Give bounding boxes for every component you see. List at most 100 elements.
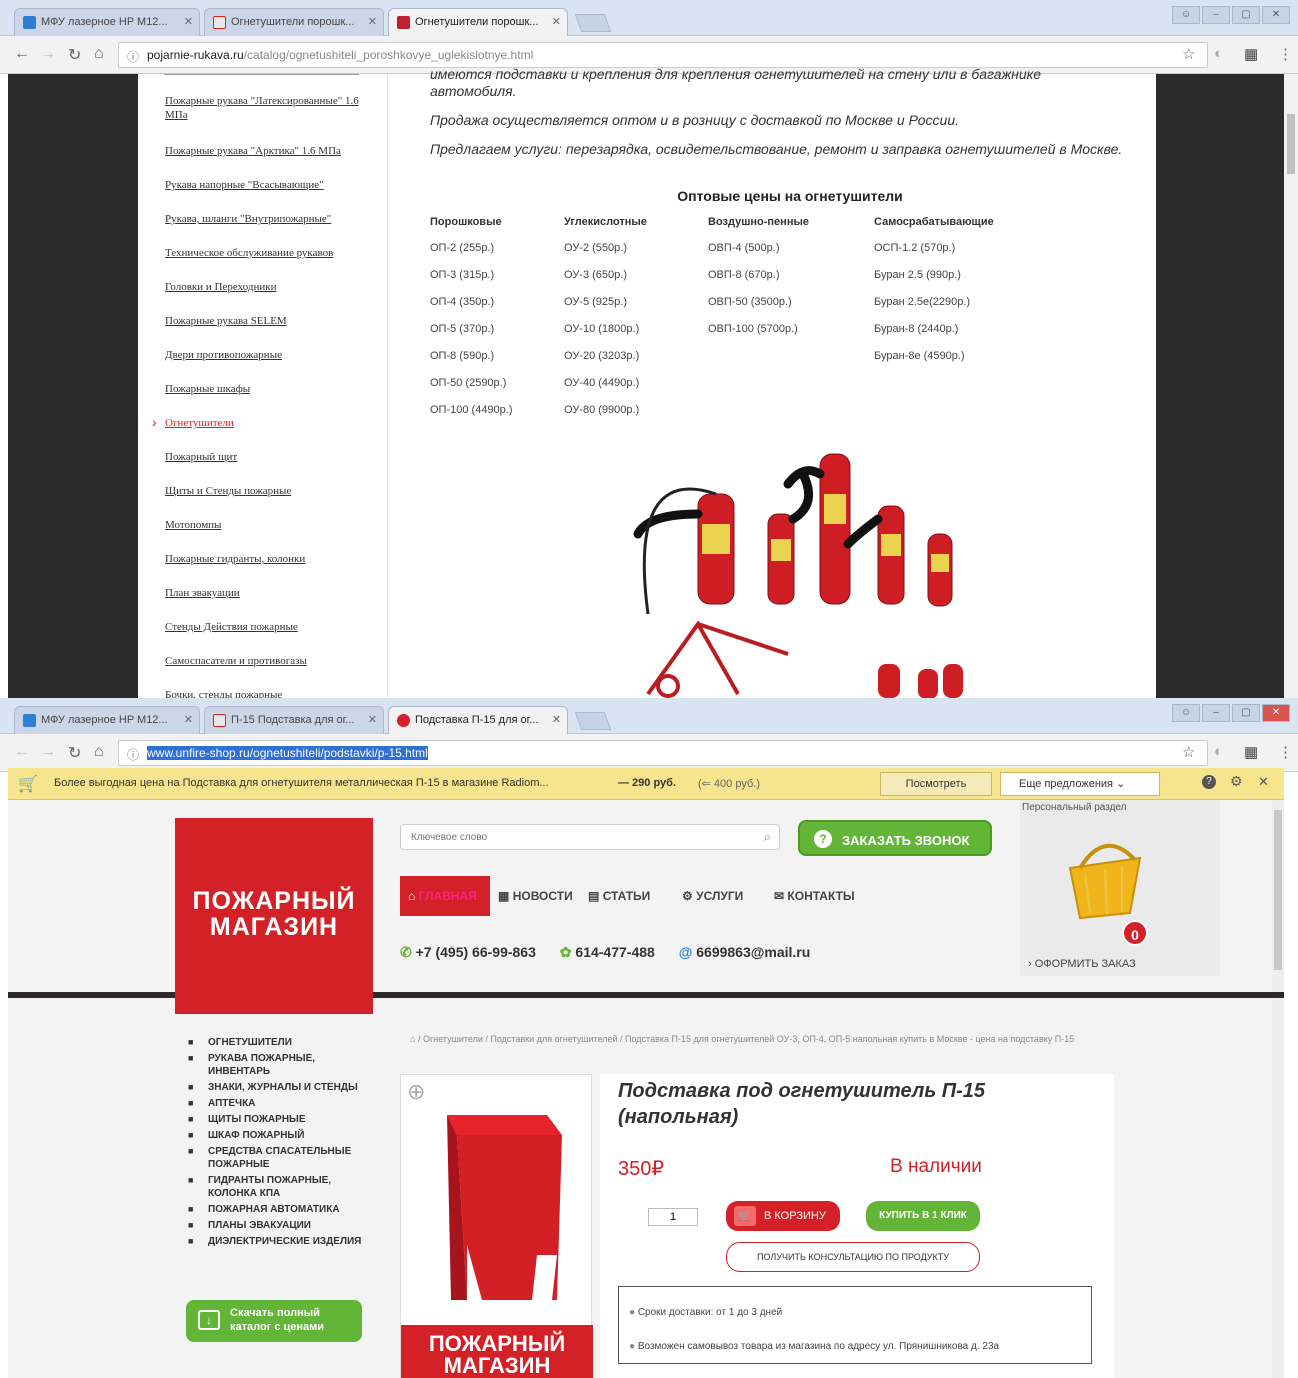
- profile-icon[interactable]: ☺: [1172, 704, 1200, 722]
- help-icon[interactable]: ?: [1202, 775, 1216, 789]
- category-item[interactable]: ■ ЩИТЫ ПОЖАРНЫЕ: [188, 1113, 368, 1126]
- category-item[interactable]: ■ АПТЕЧКА: [188, 1097, 368, 1110]
- checkout-link[interactable]: › ОФОРМИТЬ ЗАКАЗ: [1028, 958, 1136, 970]
- minimize-icon[interactable]: –: [1202, 6, 1230, 24]
- info-icon[interactable]: ⓘ: [127, 746, 139, 763]
- new-tab-button[interactable]: [574, 14, 612, 32]
- view-offer-button[interactable]: Посмотреть: [880, 772, 992, 796]
- new-tab-button[interactable]: [574, 712, 612, 730]
- gear-icon[interactable]: ⚙: [1230, 773, 1243, 790]
- forward-icon[interactable]: →: [40, 743, 56, 761]
- close-icon[interactable]: ✕: [368, 15, 377, 28]
- nav-articles[interactable]: ▤ СТАТЬИ: [588, 889, 650, 903]
- nav-home[interactable]: ⌂ ГЛАВНАЯ: [400, 876, 490, 916]
- category-item[interactable]: ■ ПЛАНЫ ЭВАКУАЦИИ: [188, 1219, 368, 1232]
- close-window-icon[interactable]: ✕: [1262, 704, 1290, 722]
- forward-icon[interactable]: →: [40, 45, 56, 63]
- extension-icon[interactable]: ◐: [1214, 743, 1223, 760]
- email-link[interactable]: 6699863@mail.ru: [696, 944, 810, 960]
- zoom-icon[interactable]: ⊕: [407, 1079, 425, 1105]
- home-icon[interactable]: ⌂: [94, 45, 104, 63]
- consult-button[interactable]: ПОЛУЧИТЬ КОНСУЛЬТАЦИЮ ПО ПРОДУКТУ: [726, 1242, 980, 1272]
- close-window-icon[interactable]: ✕: [1262, 6, 1290, 24]
- category-item[interactable]: ■ РУКАВА ПОЖАРНЫЕ, ИНВЕНТАРЬ: [188, 1052, 368, 1078]
- sidebar-item[interactable]: Пожарные рукава "Латексированные" 1.6 МП…: [165, 94, 375, 122]
- close-icon[interactable]: ✕: [552, 713, 561, 726]
- tab-p15-1[interactable]: П-15 Подставка для ог... ✕: [204, 706, 384, 734]
- extension-badge-icon[interactable]: ▦: [1244, 45, 1258, 63]
- tab-p15-active[interactable]: Подставка П-15 для ог... ✕: [388, 706, 568, 734]
- extension-icon[interactable]: ◐: [1214, 45, 1223, 62]
- menu-icon[interactable]: ⋮: [1278, 743, 1293, 761]
- nav-news[interactable]: ▦ НОВОСТИ: [498, 889, 573, 903]
- close-icon[interactable]: ✕: [368, 713, 377, 726]
- tab-ognetushiteli-active[interactable]: Огнетушители порошк... ✕: [388, 8, 568, 36]
- nav-contacts[interactable]: ✉ КОНТАКТЫ: [774, 889, 855, 903]
- sidebar-item[interactable]: Огнетушители: [165, 416, 375, 430]
- sidebar-item[interactable]: Щиты и Стенды пожарные: [165, 484, 375, 498]
- sidebar-item[interactable]: Пожарный щит: [165, 450, 375, 464]
- more-offers-dropdown[interactable]: Еще предложения ⌄: [1000, 772, 1160, 796]
- extension-badge-icon[interactable]: ▦: [1244, 743, 1258, 761]
- close-icon[interactable]: ✕: [184, 713, 193, 726]
- back-icon[interactable]: ←: [14, 45, 30, 63]
- star-icon[interactable]: ☆: [1182, 743, 1195, 761]
- sidebar-item[interactable]: Бочки, стенды пожарные: [165, 688, 375, 698]
- nav-services[interactable]: ⚙ УСЛУГИ: [682, 889, 743, 903]
- home-icon[interactable]: ⌂: [410, 1034, 415, 1044]
- category-item[interactable]: ■ ГИДРАНТЫ ПОЖАРНЫЕ, КОЛОНКА КПА: [188, 1174, 368, 1200]
- maximize-icon[interactable]: ▢: [1232, 6, 1260, 24]
- close-icon[interactable]: ✕: [184, 15, 193, 28]
- category-item[interactable]: ■ СРЕДСТВА СПАСАТЕЛЬНЫЕ ПОЖАРНЫЕ: [188, 1145, 368, 1171]
- menu-icon[interactable]: ⋮: [1278, 45, 1293, 63]
- close-icon[interactable]: ✕: [552, 15, 561, 28]
- sidebar-item[interactable]: Двери противопожарные: [165, 348, 375, 362]
- sidebar-item[interactable]: План эвакуации: [165, 586, 375, 600]
- breadcrumb-text[interactable]: / Огнетушители / Подставки для огнетушит…: [418, 1034, 1074, 1044]
- category-item[interactable]: ■ ПОЖАРНАЯ АВТОМАТИКА: [188, 1203, 368, 1216]
- reload-icon[interactable]: ↻: [68, 743, 81, 763]
- search-icon[interactable]: ⌕: [764, 829, 771, 845]
- scrollbar[interactable]: [1272, 800, 1284, 1378]
- personal-section-link[interactable]: Персональный раздел: [1022, 802, 1126, 813]
- sidebar-item[interactable]: Мотопомпы: [165, 518, 375, 532]
- basket-icon[interactable]: [1050, 828, 1160, 928]
- sidebar-item[interactable]: Пожарные рукава "Арктика" 1.6 МПа: [165, 144, 375, 158]
- sidebar-item[interactable]: Пожарные рукава SELEM: [165, 314, 375, 328]
- category-item[interactable]: ■ ЗНАКИ, ЖУРНАЛЫ И СТЕНДЫ: [188, 1081, 368, 1094]
- search-input[interactable]: [411, 826, 751, 848]
- sidebar-item[interactable]: Самоспасатели и противогазы: [165, 654, 375, 668]
- category-item[interactable]: ■ ШКАФ ПОЖАРНЫЙ: [188, 1129, 368, 1142]
- icq-number[interactable]: 614-477-488: [575, 944, 654, 960]
- quantity-input[interactable]: [648, 1208, 698, 1226]
- sidebar-item[interactable]: Пожарные гидранты, колонки: [165, 552, 375, 566]
- add-to-cart-button[interactable]: 🛒 В КОРЗИНУ: [726, 1201, 840, 1231]
- star-icon[interactable]: ☆: [1182, 45, 1195, 63]
- download-catalog-button[interactable]: ↓ Скачать полный каталог с ценами: [186, 1300, 362, 1342]
- sidebar-item[interactable]: Техническое обслуживание рукавов: [165, 246, 375, 260]
- url-input[interactable]: ⓘ www.unfire-shop.ru/ognetushiteli/podst…: [118, 740, 1208, 766]
- scrollbar[interactable]: [1284, 74, 1298, 698]
- reload-icon[interactable]: ↻: [68, 45, 81, 65]
- info-icon[interactable]: ⓘ: [127, 48, 139, 65]
- tab-mfu[interactable]: МФУ лазерное HP M12... ✕: [14, 8, 200, 36]
- sidebar-item[interactable]: Рукава, шланги "Внутрипожарные": [165, 212, 375, 226]
- sidebar-item[interactable]: Пожарные шкафы: [165, 382, 375, 396]
- sidebar-item[interactable]: Стенды Действия пожарные: [165, 620, 375, 634]
- category-item[interactable]: ■ ОГНЕТУШИТЕЛИ: [188, 1036, 368, 1049]
- product-image-box[interactable]: ⊕ ПОЖАРНЫЙ МАГАЗИН: [400, 1074, 593, 1378]
- scrollbar-thumb[interactable]: [1287, 114, 1295, 174]
- home-icon[interactable]: ⌂: [94, 743, 104, 761]
- tab-mfu[interactable]: МФУ лазерное HP M12... ✕: [14, 706, 200, 734]
- close-icon[interactable]: ✕: [1258, 774, 1269, 790]
- category-item[interactable]: ■ ДИЭЛЕКТРИЧЕСКИЕ ИЗДЕЛИЯ: [188, 1235, 368, 1248]
- url-input[interactable]: ⓘ pojarnie-rukava.ru/catalog/ognetushite…: [118, 42, 1208, 68]
- profile-icon[interactable]: ☺: [1172, 6, 1200, 24]
- maximize-icon[interactable]: ▢: [1232, 704, 1260, 722]
- scrollbar-thumb[interactable]: [1274, 810, 1282, 970]
- buy-one-click-button[interactable]: КУПИТЬ В 1 КЛИК: [866, 1201, 980, 1231]
- back-icon[interactable]: ←: [14, 743, 30, 761]
- order-call-button[interactable]: ? ЗАКАЗАТЬ ЗВОНОК: [798, 820, 992, 856]
- phone-number[interactable]: +7 (495) 66-99-863: [416, 944, 536, 960]
- sidebar-item[interactable]: Рукава напорные "Всасывающие": [165, 178, 375, 192]
